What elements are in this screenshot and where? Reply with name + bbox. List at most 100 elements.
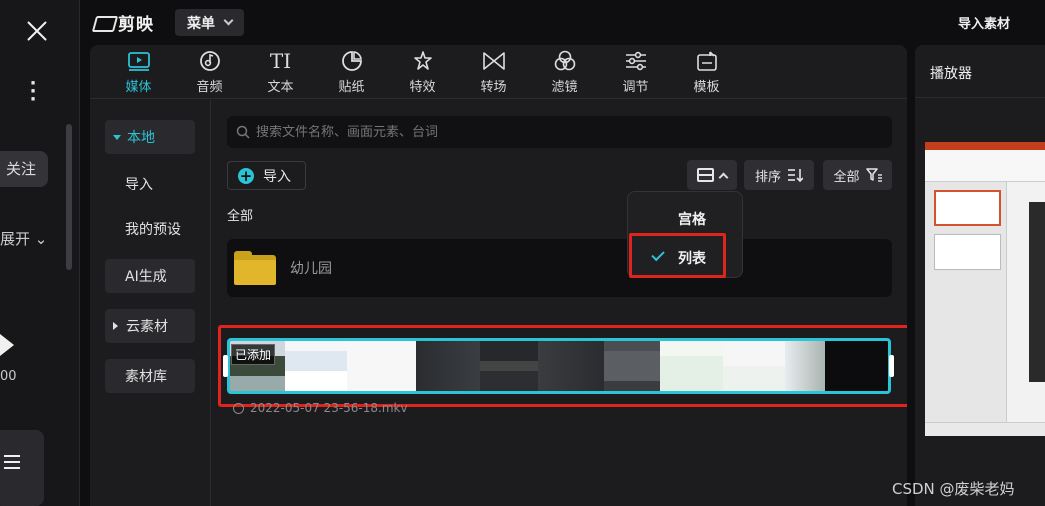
highlight-box-list-option (629, 233, 726, 278)
divider (915, 97, 1045, 98)
sidebar-item-my-presets[interactable]: 我的预设 (105, 212, 195, 246)
tab-audio[interactable]: 音频 (174, 45, 245, 99)
sidebar-item-library[interactable]: 素材库 (105, 359, 195, 393)
menu-lines-icon[interactable] (4, 455, 20, 469)
tab-label: 文本 (267, 79, 294, 95)
view-mode-button[interactable] (687, 160, 737, 190)
sort-label: 排序 (754, 169, 781, 185)
sidebar-item-label: 导入 (125, 177, 153, 193)
tab-template[interactable]: 模板 (671, 45, 742, 99)
folder-icon (234, 251, 276, 285)
import-button[interactable]: + 导入 (227, 161, 306, 190)
import-material-title: 导入素材 (957, 17, 1010, 32)
tab-effects[interactable]: 特效 (387, 45, 458, 99)
tab-adjust[interactable]: 调节 (600, 45, 671, 99)
clock-icon (233, 402, 244, 414)
sidebar-item-label: 我的预设 (125, 222, 181, 238)
player-title: 播放器 (930, 66, 972, 82)
audio-icon (198, 50, 222, 72)
sort-button[interactable]: 排序 (744, 160, 814, 190)
tab-label: 贴纸 (338, 79, 365, 95)
adjust-icon (624, 50, 648, 72)
tab-text[interactable]: TI 文本 (245, 45, 316, 99)
tab-label: 滤镜 (551, 79, 578, 95)
tab-label: 音频 (196, 79, 223, 95)
feature-tab-bar: 媒体 音频 TI 文本 贴纸 特效 转场 滤镜 调节 模板 (90, 45, 907, 99)
left-side-panel: · · · 关注 展开 ⌄ 00 (0, 0, 80, 506)
view-option-grid[interactable]: 宫格 (628, 202, 744, 236)
filter-funnel-icon (865, 168, 882, 182)
follow-button[interactable]: 关注 (0, 151, 48, 187)
media-sidebar: 本地 导入 我的预设 AI生成 云素材 素材库 (90, 100, 211, 506)
top-bar: 剪映 菜单 导入素材 (80, 0, 1045, 44)
sidebar-item-label: AI生成 (125, 269, 167, 285)
sidebar-item-label: 本地 (127, 130, 155, 146)
preview-dark-region (1029, 202, 1045, 382)
expand-button[interactable]: 展开 ⌄ (0, 228, 47, 249)
effects-icon (411, 50, 435, 72)
play-icon[interactable] (0, 334, 14, 356)
menu-label: 菜单 (187, 15, 215, 32)
collapse-triangle-icon (113, 322, 118, 330)
tab-label: 特效 (409, 79, 436, 95)
tab-media[interactable]: 媒体 (103, 45, 174, 99)
scrollbar[interactable] (66, 124, 72, 270)
search-input[interactable] (256, 124, 856, 140)
template-icon (695, 50, 719, 72)
clip-filename: 2022-05-07 23-56-18.mkv (233, 401, 408, 415)
count-text: 00 (0, 369, 17, 384)
media-icon (127, 50, 151, 72)
clip-trim-handle-right[interactable] (889, 355, 894, 377)
section-title: 全部 (227, 209, 254, 224)
sidebar-item-label: 素材库 (125, 369, 167, 385)
tab-label: 媒体 (125, 79, 152, 95)
tab-filter[interactable]: 滤镜 (529, 45, 600, 99)
chevron-down-icon (223, 15, 234, 26)
folder-name: 幼儿园 (290, 261, 332, 277)
filter-label: 全部 (833, 169, 860, 185)
capcut-logo-icon (94, 14, 114, 30)
media-panel: 媒体 音频 TI 文本 贴纸 特效 转场 滤镜 调节 模板 本地 导入 我的预设… (90, 45, 907, 506)
close-icon[interactable] (22, 16, 52, 46)
tab-label: 调节 (622, 79, 649, 95)
tab-label: 转场 (480, 79, 507, 95)
preview-slide-thumb (934, 234, 1001, 270)
sidebar-item-import[interactable]: 导入 (105, 167, 195, 201)
sidebar-item-local[interactable]: 本地 (105, 120, 195, 154)
sidebar-item-label: 云素材 (126, 319, 168, 335)
view-option-label: 宫格 (678, 212, 706, 228)
filter-icon (553, 50, 577, 72)
watermark: CSDN @废柴老妈 (892, 480, 1015, 498)
tab-sticker[interactable]: 贴纸 (316, 45, 387, 99)
app-logo-text: 剪映 (118, 14, 154, 35)
search-bar[interactable] (227, 116, 892, 148)
tab-transition[interactable]: 转场 (458, 45, 529, 99)
more-options-icon[interactable]: · · · (26, 75, 40, 109)
preview-status-bar (925, 422, 1045, 436)
sidebar-item-cloud[interactable]: 云素材 (105, 309, 195, 343)
plus-icon: + (238, 166, 254, 185)
menu-dropdown-button[interactable]: 菜单 (175, 9, 244, 36)
filter-button[interactable]: 全部 (823, 160, 892, 190)
folder-row[interactable]: 幼儿园 (227, 239, 892, 297)
transition-icon (482, 50, 506, 72)
expand-triangle-icon (113, 134, 121, 140)
added-badge: 已添加 (231, 344, 276, 365)
tab-label: 模板 (693, 79, 720, 95)
import-label: 导入 (263, 168, 291, 185)
clip-name: 2022-05-07 23-56-18.mkv (250, 401, 408, 415)
expand-label: 展开 (0, 230, 31, 248)
sticker-icon (340, 50, 364, 72)
list-view-icon (697, 168, 714, 182)
chevron-up-icon (718, 172, 729, 182)
preview-ribbon (925, 142, 1045, 182)
text-icon: TI (269, 48, 292, 73)
app-logo: 剪映 (94, 10, 154, 35)
player-panel: 播放器 (915, 45, 1045, 506)
video-preview[interactable] (925, 142, 1045, 436)
clip-trim-handle-left[interactable] (223, 355, 228, 377)
search-icon (236, 125, 250, 139)
sidebar-item-ai-generate[interactable]: AI生成 (105, 259, 195, 293)
video-clip-thumbnail[interactable] (227, 338, 891, 394)
preview-slide-thumb (934, 190, 1001, 226)
